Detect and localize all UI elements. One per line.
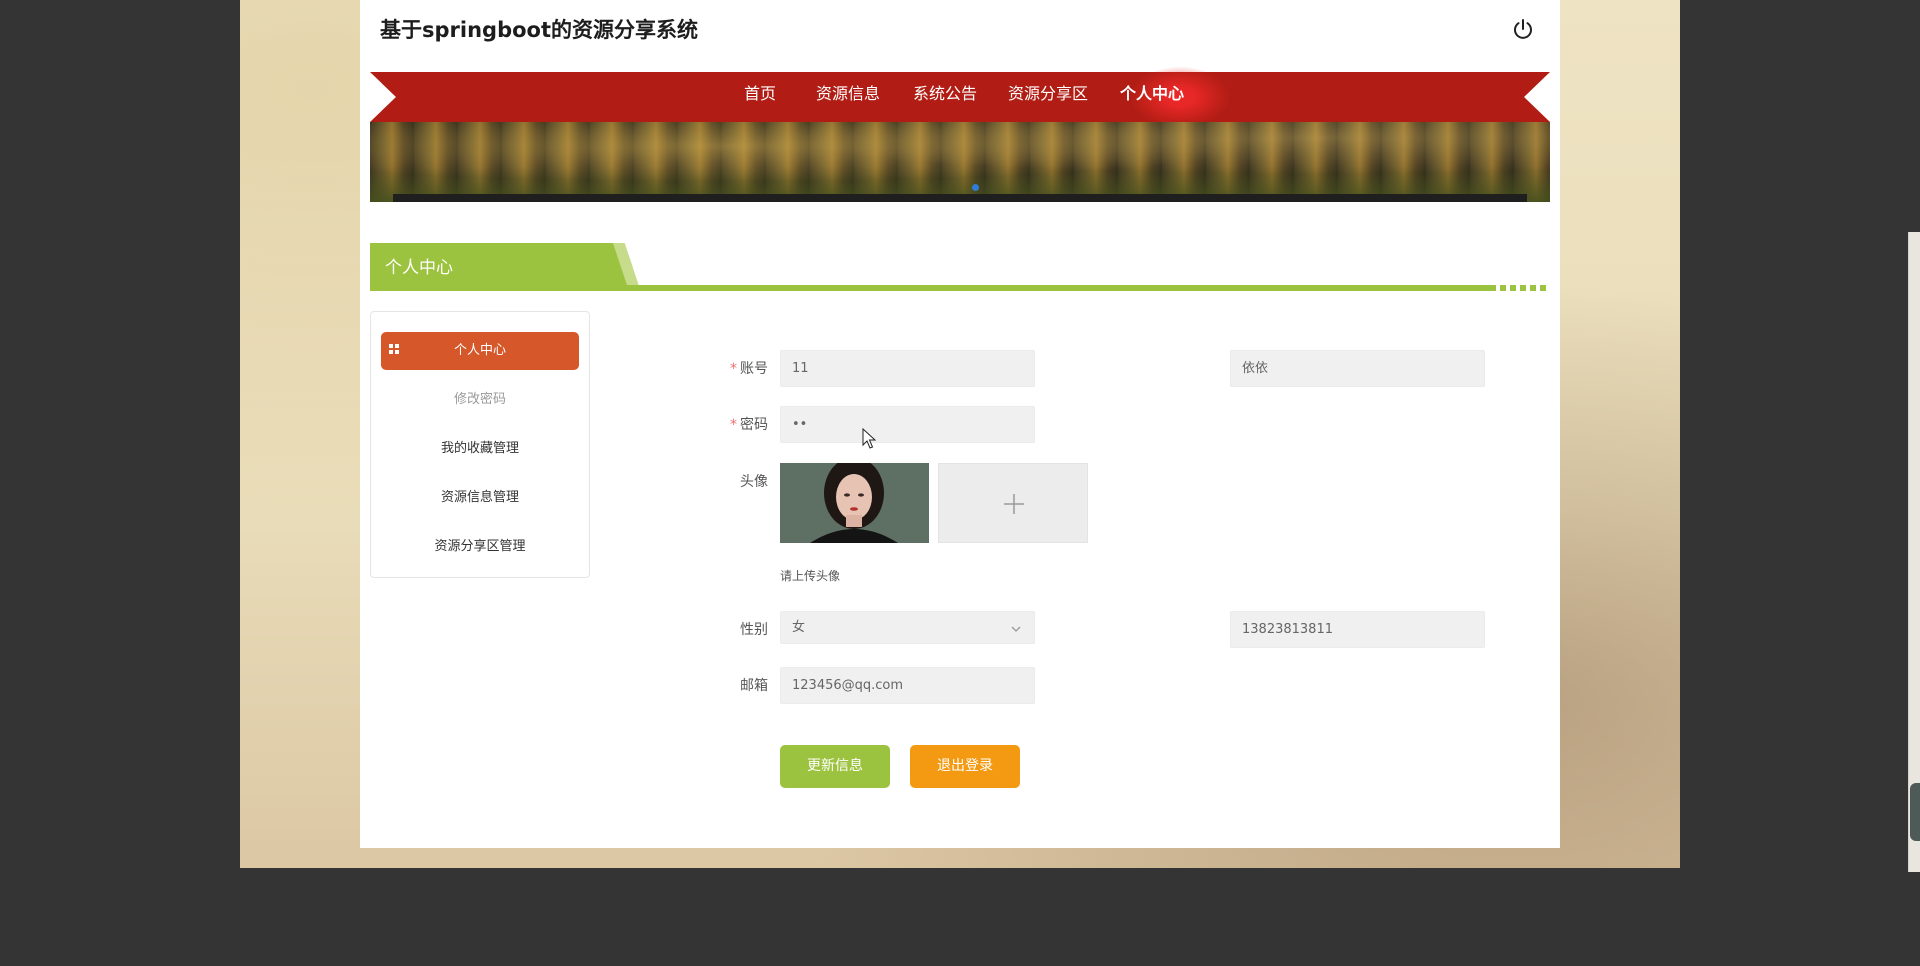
- nav-item-personal-center[interactable]: 个人中心: [1120, 80, 1184, 104]
- account-label: * 账号: [708, 358, 768, 378]
- side-menu-item-label: 我的收藏管理: [440, 441, 519, 456]
- avatar-label: 头像: [740, 474, 768, 490]
- email-field[interactable]: 123456@qq.com: [780, 667, 1035, 704]
- floating-side-tab[interactable]: [1910, 783, 1920, 841]
- required-mark: *: [730, 361, 737, 377]
- password-field[interactable]: ••: [780, 406, 1035, 443]
- banner-image: [370, 122, 1550, 202]
- avatar-image[interactable]: [780, 463, 929, 543]
- section-dash-decoration: [1490, 285, 1550, 291]
- nav-item-home[interactable]: 首页: [744, 80, 776, 104]
- scrollbar-thumb[interactable]: [1908, 232, 1920, 872]
- nav-item-resource-share[interactable]: 资源分享区: [1008, 80, 1088, 104]
- gender-select-value: 女: [792, 620, 806, 635]
- name-field[interactable]: 依依: [1230, 350, 1485, 387]
- account-label-text: 账号: [740, 361, 768, 377]
- email-label: 邮箱: [740, 678, 768, 694]
- section-underline: [370, 285, 1490, 291]
- section-header: 个人中心: [370, 243, 1550, 291]
- side-menu-item-personal-center[interactable]: 个人中心: [381, 332, 579, 370]
- password-label-text: 密码: [740, 417, 768, 433]
- grid-icon: [389, 344, 399, 354]
- logout-button[interactable]: 退出登录: [910, 745, 1020, 788]
- plus-icon: [1004, 494, 1024, 514]
- side-menu-item-label: 资源分享区管理: [434, 539, 526, 554]
- side-menu-item-resource-info-manage[interactable]: 资源信息管理: [381, 479, 579, 517]
- side-menu: 个人中心 修改密码 我的收藏管理 资源信息管理 资源分享区管理: [370, 311, 590, 578]
- carousel-indicator[interactable]: [972, 184, 979, 191]
- phone-field[interactable]: 13823813811: [1230, 611, 1485, 648]
- update-info-button[interactable]: 更新信息: [780, 745, 890, 788]
- side-menu-item-label: 个人中心: [453, 343, 506, 358]
- nav-item-announcements[interactable]: 系统公告: [913, 80, 977, 104]
- password-label: * 密码: [708, 414, 768, 434]
- banner-highlight: [370, 122, 1550, 202]
- gender-select[interactable]: 女: [780, 611, 1035, 644]
- required-mark: *: [730, 417, 737, 433]
- side-menu-item-favorites[interactable]: 我的收藏管理: [381, 430, 579, 468]
- side-menu-item-resource-share-manage[interactable]: 资源分享区管理: [381, 528, 579, 566]
- section-title: 个人中心: [385, 258, 453, 278]
- main-nav: 首页 资源信息 系统公告 资源分享区 个人中心: [360, 80, 1560, 110]
- avatar-upload-button[interactable]: [938, 463, 1088, 543]
- mouse-cursor-icon: [862, 428, 876, 449]
- account-field[interactable]: 11: [780, 350, 1035, 387]
- main-page: 基于springboot的资源分享系统 首页 资源信息 系统公告 资源分享区 个…: [360, 0, 1560, 848]
- gender-label: 性别: [740, 622, 768, 638]
- chevron-down-icon: [1011, 626, 1021, 632]
- side-menu-item-label: 修改密码: [453, 392, 506, 407]
- side-menu-item-label: 资源信息管理: [440, 490, 519, 505]
- side-menu-item-change-password[interactable]: 修改密码: [381, 381, 579, 419]
- power-icon[interactable]: [1510, 16, 1536, 42]
- banner-bottom-bar: [393, 194, 1527, 202]
- site-title: 基于springboot的资源分享系统: [380, 18, 698, 42]
- nav-item-resource-info[interactable]: 资源信息: [816, 80, 880, 104]
- avatar-upload-hint: 请上传头像: [780, 569, 841, 583]
